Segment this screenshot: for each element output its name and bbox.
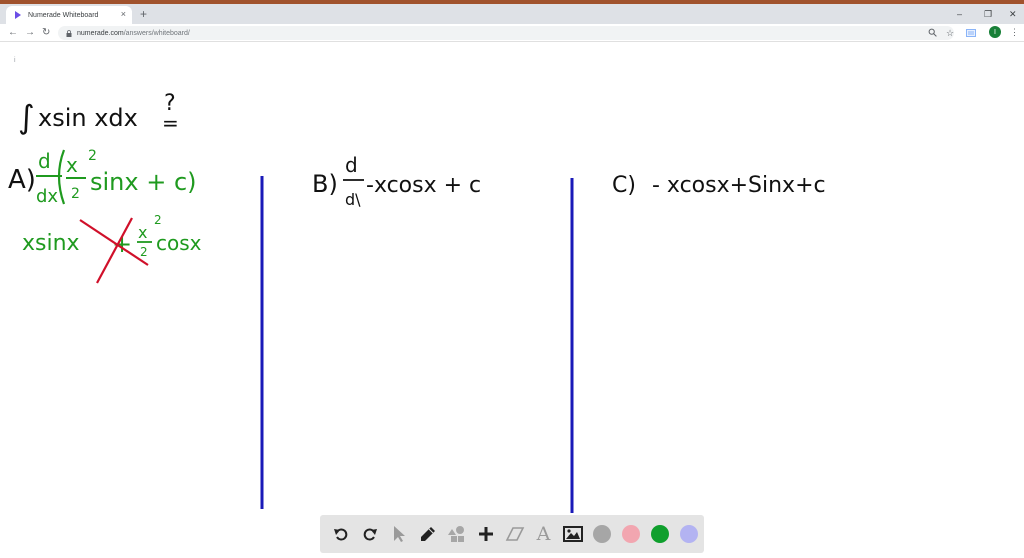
reload-icon[interactable]: ↻ <box>42 26 50 40</box>
integral-sign: ∫ <box>18 98 35 136</box>
pointer-icon[interactable] <box>384 520 413 548</box>
option-c-expression: - xcosx+Sinx+c <box>652 173 826 198</box>
option-a-work-denominator: 2 <box>140 245 148 259</box>
option-a-denominator: 2 <box>71 186 80 202</box>
color-swatch-lavender-dot <box>679 525 698 543</box>
option-a-label: A) <box>8 165 36 195</box>
color-swatch-lavender[interactable] <box>674 520 703 548</box>
color-swatch-pink-dot <box>621 525 640 543</box>
color-swatch-gray[interactable] <box>587 520 616 548</box>
color-swatch-green[interactable] <box>645 520 674 548</box>
tab-title: Numerade Whiteboard <box>28 11 99 19</box>
undo-icon[interactable] <box>326 520 355 548</box>
option-a-dx: dx <box>36 186 58 207</box>
redo-icon[interactable] <box>355 520 384 548</box>
option-a-work-x: x <box>138 223 147 242</box>
option-a-work-cos: cosx <box>156 231 202 255</box>
url-path: /answers/whiteboard/ <box>123 29 190 37</box>
forward-icon[interactable]: → <box>25 26 35 40</box>
question-equals: = <box>162 111 179 135</box>
browser-toolbar: ← → ↻ numerade.com/answers/whiteboard/ ☆ <box>0 24 1024 42</box>
url-domain: numerade.com <box>77 29 124 37</box>
restore-button[interactable]: ❐ <box>984 8 992 20</box>
tab-close-icon[interactable]: × <box>121 10 126 19</box>
eraser-icon[interactable] <box>500 520 529 548</box>
zoom-icon[interactable] <box>928 28 937 37</box>
drawing-toolbar: A <box>320 515 704 553</box>
extension-icon[interactable] <box>966 29 976 37</box>
color-swatch-green-dot <box>650 525 669 543</box>
shapes-icon[interactable] <box>442 520 471 548</box>
numerade-favicon-icon <box>15 11 21 19</box>
image-icon[interactable] <box>558 520 587 548</box>
option-b-d: d <box>345 153 358 177</box>
question-expression: ∫ xsin xdx ? = <box>18 91 179 136</box>
option-a-rest: sinx + c) <box>90 168 197 196</box>
back-icon[interactable]: ← <box>8 26 18 40</box>
option-b: B) d d\ -xcosx + c <box>312 153 481 209</box>
option-a-work-first: xsinx <box>22 231 80 256</box>
text-tool-glyph: A <box>536 523 551 545</box>
option-c: C) - xcosx+Sinx+c <box>612 173 826 198</box>
minimize-button[interactable]: – <box>957 8 962 20</box>
close-window-button[interactable]: ✕ <box>1009 8 1017 20</box>
add-icon[interactable] <box>471 520 500 548</box>
profile-avatar[interactable]: I <box>989 26 1001 38</box>
text-icon[interactable]: A <box>529 520 558 548</box>
new-tab-button[interactable]: + <box>140 8 147 20</box>
pen-icon[interactable] <box>413 520 442 548</box>
option-a-square: 2 <box>88 148 97 164</box>
color-swatch-pink[interactable] <box>616 520 645 548</box>
question-integrand: xsin xdx <box>38 104 138 132</box>
browser-tab[interactable]: Numerade Whiteboard × <box>6 6 132 24</box>
option-a-d: d <box>38 149 51 173</box>
bookmark-star-icon[interactable]: ☆ <box>946 27 954 39</box>
option-a-work-square: 2 <box>154 213 162 227</box>
address-bar[interactable]: numerade.com/answers/whiteboard/ <box>58 26 954 40</box>
option-b-rest: -xcosx + c <box>366 173 481 198</box>
tab-strip: Numerade Whiteboard × + – ❐ ✕ <box>0 4 1024 24</box>
browser-menu-icon[interactable]: ⋮ <box>1010 26 1019 38</box>
option-b-dx: d\ <box>345 190 361 209</box>
color-swatch-gray-dot <box>592 525 611 543</box>
whiteboard-canvas[interactable]: ∫ xsin xdx ? = A) d dx x 2 2 sinx + c) x… <box>0 43 1024 558</box>
option-a-work: xsinx + x 2 2 cosx <box>22 213 202 259</box>
option-a-x: x <box>66 153 78 177</box>
option-c-label: C) <box>612 173 636 198</box>
lock-icon <box>66 29 72 37</box>
option-a: A) <box>8 165 36 195</box>
option-b-label: B) <box>312 170 338 198</box>
option-a-derivative: d dx x 2 2 sinx + c) <box>36 148 197 207</box>
